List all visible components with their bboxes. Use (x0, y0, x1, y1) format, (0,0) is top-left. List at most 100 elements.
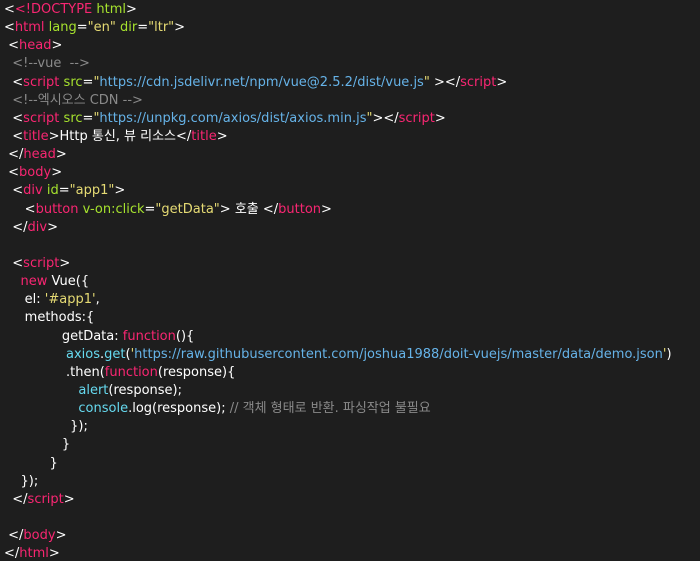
code-token: </ (262, 201, 279, 217)
code-token: https://cdn.jsdelivr.net/npm/vue@2.5.2/d… (99, 74, 424, 90)
code-line: axios.get('https://raw.githubusercontent… (0, 346, 700, 364)
code-token: > (55, 528, 67, 544)
code-token: lang (48, 20, 77, 36)
code-token: https://raw.githubusercontent.com/joshua… (134, 346, 663, 362)
code-token: </ (8, 528, 24, 544)
code-line: <script src="https://cdn.jsdelivr.net/np… (0, 74, 700, 92)
code-token: script (23, 110, 60, 126)
code-line: getData: function(){ (0, 328, 700, 346)
code-token: > (321, 201, 332, 217)
code-token: > (47, 219, 59, 235)
code-token: (response); (108, 382, 182, 398)
code-token: function (104, 364, 158, 380)
code-token: https://unpkg.com/axios/dist/axios.min.j… (99, 110, 367, 126)
code-line: <!--엑시오스 CDN --> (0, 92, 700, 110)
code-token: </ (12, 219, 28, 235)
code-token: < (4, 20, 15, 36)
code-token: </ (12, 491, 28, 507)
code-token: ></ (433, 74, 461, 90)
code-line: <head> (0, 37, 700, 55)
code-token: </ (176, 128, 192, 144)
code-token: > (216, 128, 228, 144)
code-token: title (23, 128, 49, 144)
code-token: body (23, 528, 56, 544)
code-line: </html> (0, 545, 700, 561)
code-token: > (51, 38, 63, 54)
code-token: "app1" (69, 183, 115, 199)
code-line: <script src="https://unpkg.com/axios/dis… (0, 110, 700, 128)
code-token: head (23, 147, 56, 163)
code-token: head (19, 38, 52, 54)
code-token: src (63, 110, 83, 126)
code-line: }); (0, 473, 700, 491)
code-line: </script> (0, 491, 700, 509)
code-line: methods:{ (0, 309, 700, 327)
code-line: <body> (0, 164, 700, 182)
code-line: <title>Http 통신, 뷰 리소스</title> (0, 128, 700, 146)
code-token: , (95, 292, 100, 308)
code-token: = (82, 74, 94, 90)
code-token: < (12, 183, 24, 199)
code-token: Vue({ (47, 274, 90, 290)
code-line: el: '#app1', (0, 291, 700, 309)
code-token: get (104, 346, 126, 362)
code-token: "en" (87, 20, 116, 36)
code-token: = (82, 110, 94, 126)
code-token: new (20, 274, 48, 290)
code-token: ></ (372, 110, 399, 126)
code-token: > (434, 110, 446, 126)
code-token: > (48, 128, 60, 144)
code-token: (){ (175, 328, 195, 344)
code-token: "ltr" (148, 20, 175, 36)
code-token: = (58, 183, 70, 199)
code-token: > (496, 74, 508, 90)
code-token: // 객체 형태로 반환. 파싱작업 불필요 (229, 401, 431, 417)
code-line: <button v-on:click="getData"> 호출 </butto… (0, 201, 700, 219)
code-token: } (4, 437, 71, 453)
code-token: < (4, 2, 15, 17)
code-line: </body> (0, 527, 700, 545)
code-token: > (219, 201, 231, 217)
code-token: <!--엑시오스 CDN --> (12, 92, 143, 108)
code-token: 호출 (230, 201, 263, 217)
code-line: </head> (0, 146, 700, 164)
code-token: div (23, 183, 43, 199)
code-line: <<!DOCTYPE html> (0, 1, 700, 19)
code-token: < (12, 110, 24, 126)
code-line: .then(function(response){ (0, 364, 700, 382)
code-line: <div id="app1"> (0, 182, 700, 200)
code-line: }); (0, 418, 700, 436)
code-token: el: (4, 292, 45, 308)
code-token: > (59, 255, 71, 271)
code-token: body (19, 165, 52, 181)
code-token: .log(response); (128, 401, 230, 417)
code-token: < (12, 128, 24, 144)
code-token: src (63, 74, 83, 90)
code-token: '#app1' (44, 292, 96, 308)
code-token: script (23, 74, 60, 90)
code-token: > (51, 165, 63, 181)
code-token: title (191, 128, 217, 144)
code-token: = (144, 201, 156, 217)
code-token: </ (4, 546, 20, 561)
code-token: ) (666, 346, 672, 362)
code-token: < (12, 74, 24, 90)
code-token: getData: (4, 328, 123, 344)
code-token: dir (120, 20, 138, 36)
code-token: = (76, 20, 88, 36)
code-token: methods:{ (4, 310, 95, 326)
code-token: </ (8, 147, 24, 163)
code-token: script (23, 255, 60, 271)
code-token: < (12, 255, 24, 271)
code-line: <html lang="en" dir="ltr"> (0, 19, 700, 37)
code-editor[interactable]: <<!DOCTYPE html> <html lang="en" dir="ltr… (0, 0, 700, 561)
code-token: script (398, 110, 435, 126)
code-line: } (0, 455, 700, 473)
code-token: console (78, 401, 129, 417)
